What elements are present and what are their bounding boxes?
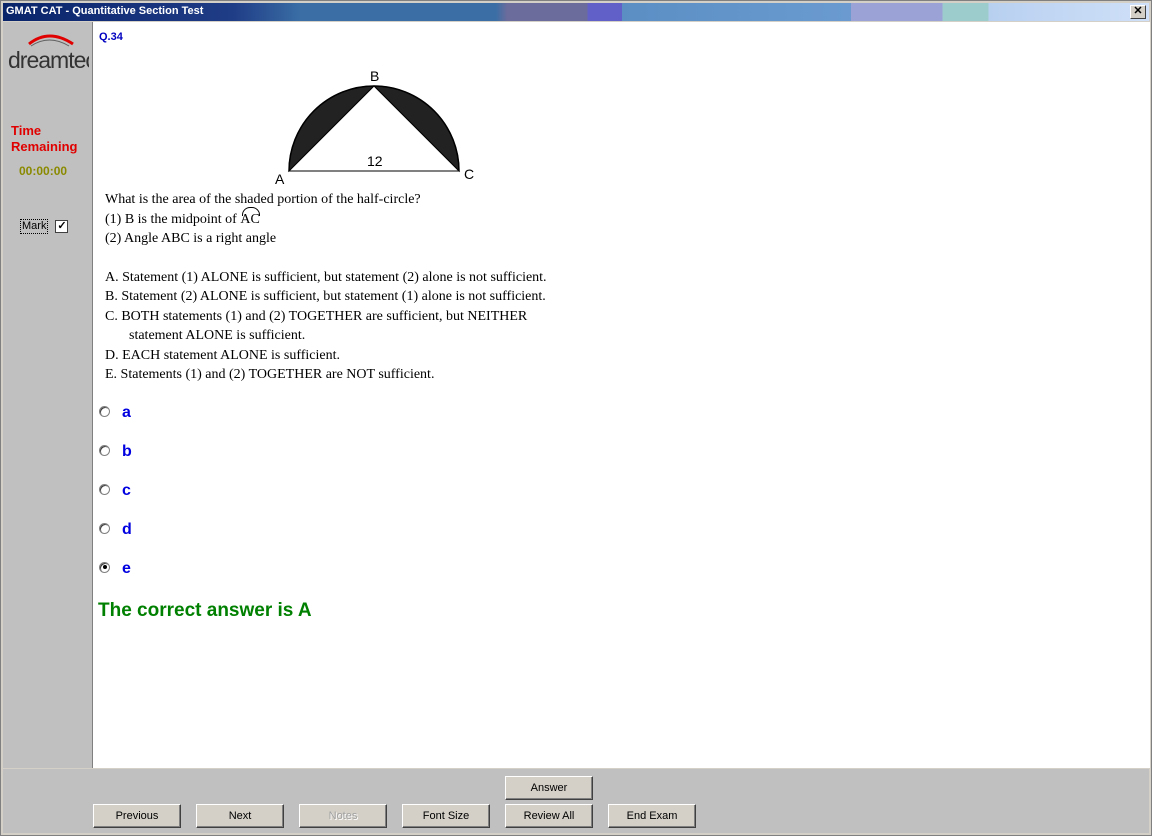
choice-c[interactable]: c — [99, 482, 131, 500]
choice-a-label: a — [122, 404, 131, 421]
option-b-text: B. Statement (2) ALONE is sufficient, bu… — [105, 289, 546, 304]
choice-e-label: e — [122, 560, 131, 577]
bottom-toolbar: Answer Previous Next Notes Font Size Rev… — [3, 769, 1149, 833]
length-label: 12 — [367, 153, 383, 169]
time-remaining-label: Time Remaining — [11, 123, 78, 154]
option-e-text: E. Statements (1) and (2) TOGETHER are N… — [105, 367, 435, 382]
radio-a[interactable] — [99, 405, 110, 417]
statement-1: (1) B is the midpoint of AC — [105, 206, 547, 230]
mark-control[interactable]: Mark ✓ — [20, 219, 69, 234]
correct-answer-text: The correct answer is A — [98, 600, 312, 621]
previous-button[interactable]: Previous — [93, 804, 181, 828]
choice-c-label: c — [122, 482, 131, 499]
option-a-text: A. Statement (1) ALONE is sufficient, bu… — [105, 269, 547, 285]
exam-window: GMAT CAT - Quantitative Section Test ✕ d… — [0, 0, 1152, 836]
dreamtech-logo: dreamtech — [8, 34, 89, 73]
point-c-label: C — [464, 166, 474, 182]
svg-text:dreamtech: dreamtech — [8, 47, 89, 73]
option-d-text: D. EACH statement ALONE is sufficient. — [105, 347, 340, 363]
question-text: What is the area of the shaded portion o… — [105, 190, 547, 385]
mark-label: Mark — [20, 219, 49, 234]
option-c-text-continued: statement ALONE is sufficient. — [129, 328, 306, 343]
choice-e[interactable]: e — [99, 560, 131, 578]
choice-b-label: b — [122, 443, 132, 460]
close-icon[interactable]: ✕ — [1130, 5, 1146, 19]
radio-b[interactable] — [99, 444, 110, 456]
question-prompt: What is the area of the shaded portion o… — [105, 192, 421, 207]
choice-b[interactable]: b — [99, 443, 132, 461]
question-panel: Q.34 B A C 12 What is the area of the sh… — [93, 22, 1150, 768]
point-a-label: A — [275, 171, 285, 186]
radio-d[interactable] — [99, 522, 110, 534]
half-circle-diagram: B A C 12 — [275, 68, 474, 186]
time-remaining-value: 00:00:00 — [19, 164, 68, 178]
option-c-text: C. BOTH statements (1) and (2) TOGETHER … — [105, 308, 528, 324]
radio-e[interactable] — [99, 561, 110, 573]
mark-checkbox[interactable]: ✓ — [55, 220, 69, 233]
statement-2: (2) Angle ABC is a right angle — [105, 231, 277, 246]
review-all-button[interactable]: Review All — [505, 804, 593, 828]
font-size-button[interactable]: Font Size — [402, 804, 490, 828]
choice-d-label: d — [122, 521, 132, 538]
end-exam-button[interactable]: End Exam — [608, 804, 696, 828]
answer-button[interactable]: Answer — [505, 776, 593, 800]
choice-d[interactable]: d — [99, 521, 132, 539]
point-b-label: B — [370, 68, 379, 84]
notes-button[interactable]: Notes — [299, 804, 387, 828]
choice-a[interactable]: a — [99, 404, 131, 422]
title-bar: GMAT CAT - Quantitative Section Test ✕ — [3, 3, 1149, 21]
arc-ac: AC — [240, 206, 261, 230]
radio-c[interactable] — [99, 483, 110, 495]
question-number: Q.34 — [99, 31, 123, 43]
next-button[interactable]: Next — [196, 804, 284, 828]
sidebar: dreamtech Time Remaining 00:00:00 Mark ✓ — [3, 22, 93, 768]
window-title: GMAT CAT - Quantitative Section Test — [6, 5, 204, 17]
